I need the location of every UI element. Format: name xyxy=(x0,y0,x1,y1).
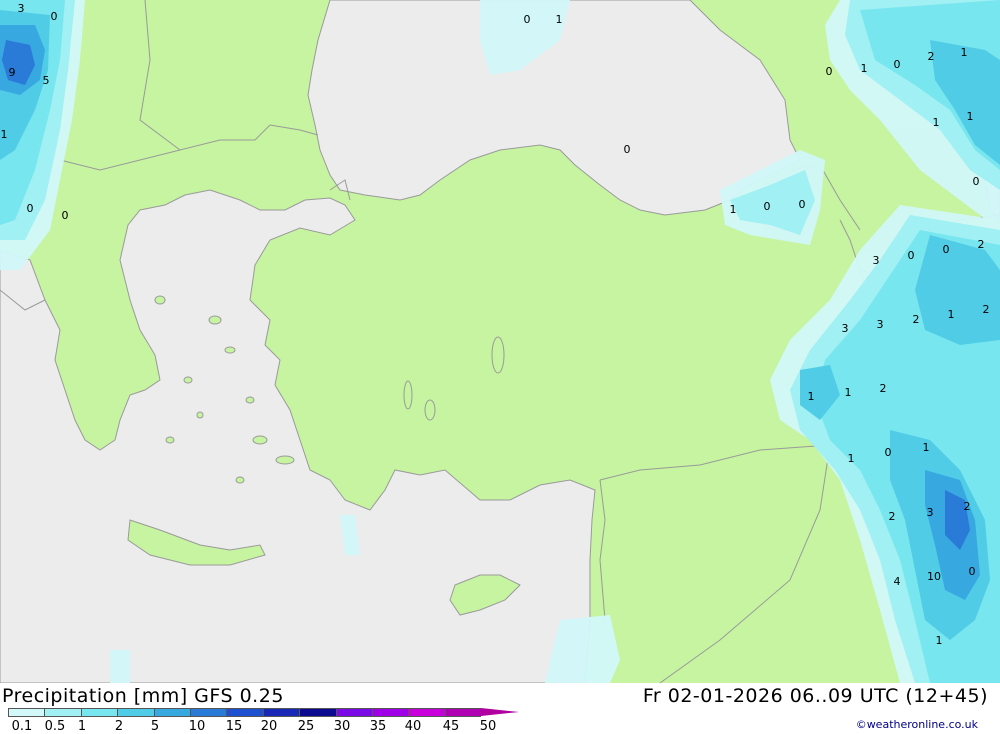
precip-value-label: 1 xyxy=(556,13,563,26)
precip-value-label: 0 xyxy=(885,446,892,459)
precip-value-label: 10 xyxy=(927,570,941,583)
legend-tick-label: 5 xyxy=(150,719,160,734)
precip-value-label: 1 xyxy=(933,116,940,129)
precip-value-label: 2 xyxy=(880,382,887,395)
legend-tick-label: 30 xyxy=(333,719,351,734)
legend-swatch xyxy=(8,708,45,717)
precip-value-label: 5 xyxy=(43,74,50,87)
legend-tick-label: 10 xyxy=(188,719,206,734)
precip-value-label: 0 xyxy=(524,13,531,26)
legend-swatch xyxy=(408,708,445,717)
precip-value-label: 4 xyxy=(894,575,901,588)
precip-value-label: 1 xyxy=(948,308,955,321)
legend-swatch xyxy=(335,708,372,717)
legend-swatch xyxy=(444,708,482,717)
precip-value-label: 1 xyxy=(961,46,968,59)
precip-value-label: 1 xyxy=(845,386,852,399)
legend-swatch xyxy=(80,708,118,717)
precip-value-label: 0 xyxy=(973,175,980,188)
forecast-datetime: Fr 02-01-2026 06..09 UTC (12+45) xyxy=(642,685,988,707)
precip-value-label: 0 xyxy=(764,200,771,213)
legend-swatch xyxy=(189,708,227,717)
precip-value-label: 9 xyxy=(9,66,16,79)
precip-value-label: 0 xyxy=(969,565,976,578)
precip-value-label: 3 xyxy=(18,2,25,15)
precipitation-map: 3095100010100010211103002212331121012324… xyxy=(0,0,1000,684)
legend-swatch xyxy=(262,708,300,717)
legend-swatch xyxy=(226,708,263,717)
precip-value-label: 0 xyxy=(894,58,901,71)
precip-value-label: 1 xyxy=(730,203,737,216)
precip-value-label: 2 xyxy=(983,303,990,316)
precip-value-label: 0 xyxy=(943,243,950,256)
credit-link[interactable]: ©weatheronline.co.uk xyxy=(856,718,978,731)
precip-legend xyxy=(8,708,520,717)
legend-tick-label: 0.5 xyxy=(44,719,66,734)
legend-tick-label: 40 xyxy=(404,719,422,734)
legend-tick-label: 35 xyxy=(369,719,387,734)
legend-tick-label: 45 xyxy=(442,719,460,734)
precip-value-label: 3 xyxy=(927,506,934,519)
legend-tick-label: 0.1 xyxy=(11,719,33,734)
precip-value-label: 0 xyxy=(908,249,915,262)
precip-value-label: 1 xyxy=(923,441,930,454)
precip-value-label: 0 xyxy=(624,143,631,156)
precip-value-label: 1 xyxy=(848,452,855,465)
precip-value-label: 2 xyxy=(889,510,896,523)
precip-value-label: 2 xyxy=(913,313,920,326)
precip-value-label: 1 xyxy=(967,110,974,123)
precip-value-label: 1 xyxy=(861,62,868,75)
precip-value-label: 0 xyxy=(799,198,806,211)
legend-tick-label: 15 xyxy=(225,719,243,734)
precip-value-label: 3 xyxy=(873,254,880,267)
precip-value-label: 2 xyxy=(964,500,971,513)
legend-arrow xyxy=(481,708,520,716)
legend-swatch xyxy=(299,708,336,717)
legend-tick-label: 2 xyxy=(114,719,124,734)
legend-tick-label: 50 xyxy=(479,719,497,734)
precip-value-label: 0 xyxy=(51,10,58,23)
legend-swatch xyxy=(44,708,81,717)
legend-tick-label: 25 xyxy=(297,719,315,734)
precip-value-label: 0 xyxy=(27,202,34,215)
precip-value-label: 0 xyxy=(826,65,833,78)
legend-tick-label: 1 xyxy=(77,719,87,734)
precip-value-label: 1 xyxy=(936,634,943,647)
precip-value-label: 3 xyxy=(877,318,884,331)
precip-value-label: 2 xyxy=(978,238,985,251)
precip-value-label: 3 xyxy=(842,322,849,335)
precip-value-label: 0 xyxy=(62,209,69,222)
precip-value-label: 2 xyxy=(928,50,935,63)
precip-value-label: 1 xyxy=(1,128,8,141)
precip-value-label: 1 xyxy=(808,390,815,403)
footer: Precipitation [mm] GFS 0.25 Fr 02-01-202… xyxy=(0,683,1000,734)
chart-title: Precipitation [mm] GFS 0.25 xyxy=(2,685,284,707)
legend-swatch xyxy=(117,708,154,717)
legend-swatch xyxy=(371,708,409,717)
legend-tick-label: 20 xyxy=(260,719,278,734)
legend-swatch xyxy=(153,708,190,717)
